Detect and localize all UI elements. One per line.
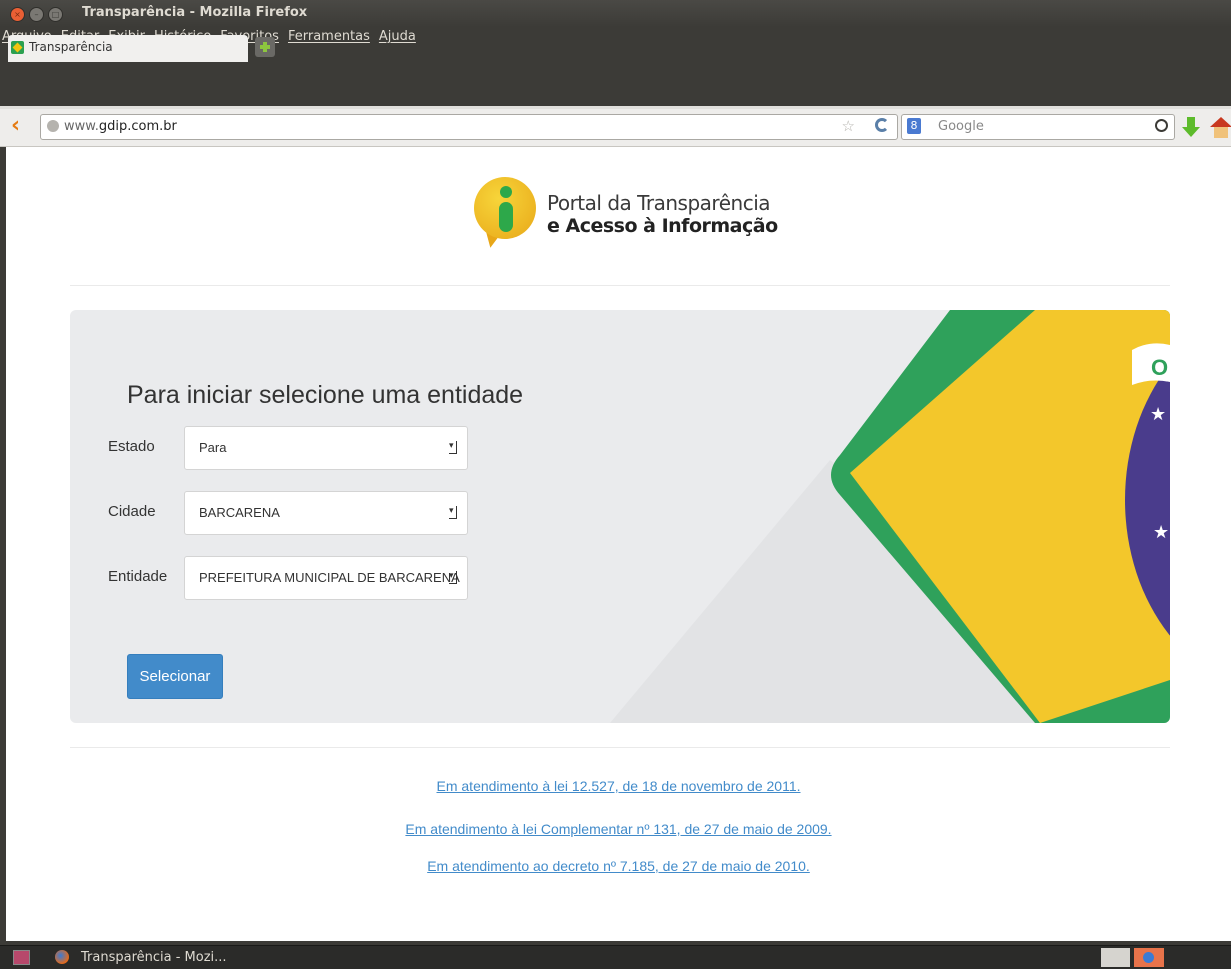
window-titlebar: × – □ Transparência - Mozilla Firefox — [0, 0, 1231, 27]
url-text: www.gdip.com.br — [64, 119, 177, 134]
window-title: Transparência - Mozilla Firefox — [82, 5, 308, 20]
header-divider — [70, 285, 1170, 286]
taskbar-item-label: Transparência - Mozi... — [81, 950, 227, 965]
decreto-7185-link[interactable]: Em atendimento ao decreto nº 7.185, de 2… — [6, 858, 1231, 874]
search-magnifier-icon[interactable] — [1155, 119, 1168, 132]
window-controls: × – □ — [10, 7, 63, 22]
tray-firefox-icon[interactable] — [1134, 948, 1164, 967]
home-icon[interactable] — [1210, 117, 1231, 139]
back-arrow-icon[interactable]: ‹ — [11, 115, 23, 137]
search-bar[interactable]: 8 Google — [901, 114, 1175, 140]
form-title: Para iniciar selecione uma entidade — [127, 381, 524, 409]
flag-band-letter: O — [1151, 355, 1168, 380]
menu-ferramentas[interactable]: Ferramentas — [288, 27, 370, 47]
footer-divider — [70, 747, 1170, 748]
cidade-select[interactable]: BARCARENA ▾ — [184, 491, 468, 535]
lei-12527-link[interactable]: Em atendimento à lei 12.527, de 18 de no… — [6, 778, 1231, 794]
dropdown-arrow-icon[interactable]: ▾ — [449, 441, 457, 454]
tab-label: Transparência — [29, 40, 113, 54]
brazil-flag-favicon-icon — [11, 41, 24, 54]
close-window-icon[interactable]: × — [10, 7, 25, 22]
entity-selection-panel: O ★ ★ Para iniciar selecione uma entidad… — [70, 310, 1170, 723]
dropdown-arrow-icon[interactable]: ▾ — [449, 571, 457, 584]
menu-ajuda[interactable]: Ajuda — [379, 27, 416, 47]
workspace-switcher-icon[interactable] — [1101, 948, 1130, 967]
google-search-engine-icon[interactable]: 8 — [907, 118, 921, 134]
show-desktop-icon[interactable] — [13, 950, 30, 965]
tab-transparencia[interactable]: Transparência — [8, 35, 248, 62]
selecionar-button[interactable]: Selecionar — [127, 654, 223, 699]
estado-select[interactable]: Para ▾ — [184, 426, 468, 470]
estado-value: Para — [199, 440, 227, 455]
logo-i-dot — [500, 186, 512, 198]
logo-title-line1: Portal da Transparência — [547, 191, 771, 215]
site-identity-globe-icon[interactable] — [47, 120, 59, 132]
bookmark-star-icon[interactable]: ☆ — [842, 117, 855, 135]
download-arrow-icon[interactable] — [1182, 117, 1200, 139]
firefox-icon — [55, 950, 69, 964]
flag-star-icon: ★ — [1153, 522, 1169, 543]
lei-complementar-131-link[interactable]: Em atendimento à lei Complementar nº 131… — [6, 821, 1231, 837]
flag-star-icon: ★ — [1150, 404, 1166, 425]
reload-icon[interactable] — [875, 118, 889, 132]
url-bar[interactable]: www.gdip.com.br ☆ — [40, 114, 898, 140]
entidade-label: Entidade — [108, 568, 168, 585]
cidade-label: Cidade — [108, 503, 156, 520]
navigation-toolbar: ‹ www.gdip.com.br ☆ 8 Google — [0, 109, 1231, 147]
transparency-portal-logo — [474, 177, 544, 257]
maximize-window-icon[interactable]: □ — [48, 7, 63, 22]
minimize-window-icon[interactable]: – — [29, 7, 44, 22]
logo-i-stem — [499, 202, 513, 232]
search-placeholder: Google — [938, 119, 984, 134]
system-taskbar: Transparência - Mozi... — [0, 945, 1231, 969]
entidade-value: PREFEITURA MUNICIPAL DE BARCARENA — [199, 570, 460, 585]
cidade-value: BARCARENA — [199, 505, 280, 520]
entidade-select[interactable]: PREFEITURA MUNICIPAL DE BARCARENA ▾ — [184, 556, 468, 600]
estado-label: Estado — [108, 438, 155, 455]
dropdown-arrow-icon[interactable]: ▾ — [449, 506, 457, 519]
page-content: Portal da Transparência e Acesso à Infor… — [6, 147, 1231, 941]
logo-title-line2: e Acesso à Informação — [547, 215, 778, 237]
new-tab-plus-icon[interactable] — [255, 37, 275, 57]
